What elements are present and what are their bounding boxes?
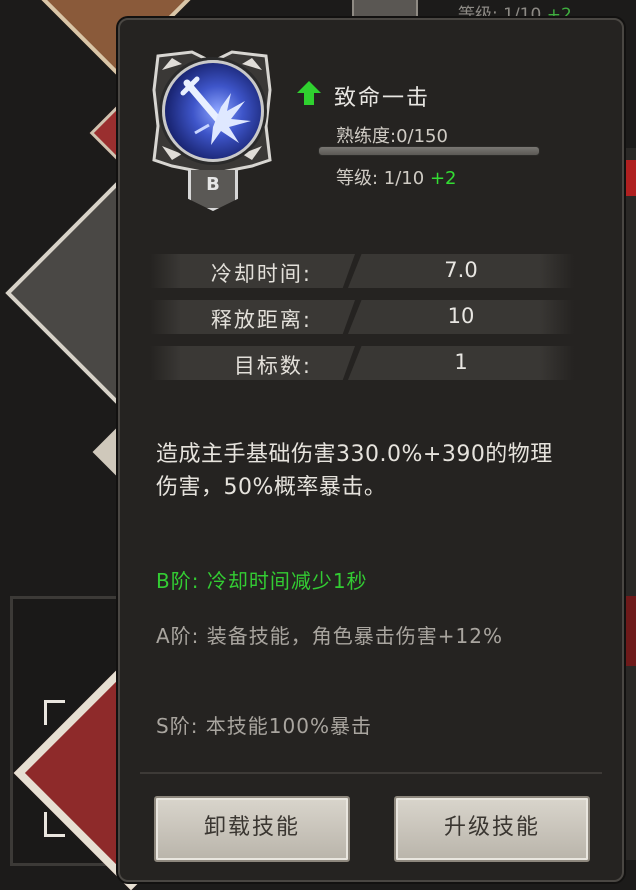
- stat-value: 10: [447, 304, 475, 328]
- tier-b-effect: B阶: 冷却时间减少1秒: [156, 569, 368, 593]
- stat-label: 冷却时间:: [210, 262, 312, 286]
- upgrade-skill-button[interactable]: 升级技能: [394, 796, 590, 862]
- stat-row-range: 释放距离: 10: [150, 300, 580, 334]
- sword-slash-icon: [180, 76, 251, 145]
- skill-orb: [162, 60, 264, 162]
- grade-letter: B: [206, 174, 220, 195]
- stat-label: 释放距离:: [210, 308, 312, 332]
- tier-a-effect: A阶: 装备技能，角色暴击伤害+12%: [156, 624, 503, 648]
- green-up-arrow-icon: [297, 81, 321, 105]
- proficiency-bar: [318, 146, 540, 156]
- stat-row-targets: 目标数: 1: [150, 346, 580, 380]
- unload-skill-button[interactable]: 卸载技能: [154, 796, 350, 862]
- skill-icon-frame: B: [152, 50, 272, 211]
- stat-value: 7.0: [444, 258, 478, 282]
- stat-value: 1: [454, 350, 468, 374]
- skill-level: 等级: 1/10 +2: [336, 168, 457, 189]
- proficiency-label: 熟练度:0/150: [336, 126, 448, 147]
- bracket-top-left: [44, 700, 65, 725]
- stat-row-cooldown: 冷却时间: 7.0: [150, 254, 580, 288]
- tier-s-effect: S阶: 本技能100%暴击: [156, 714, 372, 738]
- skill-name: 致命一击: [334, 86, 431, 111]
- bracket-bottom-left: [44, 812, 65, 837]
- divider: [140, 772, 602, 774]
- skill-description: 造成主手基础伤害330.0%+390的物理伤害，50%概率暴击。: [156, 442, 553, 500]
- background-right-marker: [622, 160, 636, 196]
- background-right-marker-2: [622, 596, 636, 666]
- stat-label: 目标数:: [233, 354, 312, 378]
